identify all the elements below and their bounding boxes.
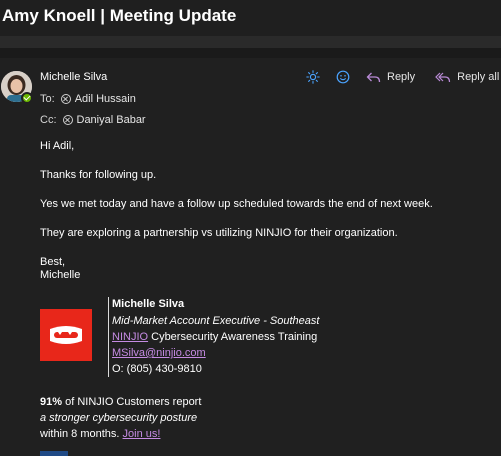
email-link[interactable]: MSilva@ninjio.com [112,347,206,359]
to-row: To: Adil Hussain [40,93,136,105]
header-divider-secondary [0,48,501,58]
ninja-mask-icon [50,326,82,344]
emoji-icon[interactable] [335,69,351,85]
promo-line-2: a stronger cybersecurity posture [40,412,198,424]
signature-phone: O: (805) 430-9810 [112,363,202,375]
promo-text: within 8 months. [40,428,123,440]
closing-name: Michelle [40,269,81,281]
remove-recipient-icon [62,115,73,125]
reply-button[interactable]: Reply [365,69,415,85]
signature-name: Michelle Silva [112,298,185,310]
presence-available-icon [21,92,33,104]
promo-stat: 91% [40,396,63,408]
body-line: They are exploring a partnership vs util… [40,227,398,239]
promo-line-3: within 8 months. Join us! [40,428,160,440]
ninjio-logo [40,309,92,361]
company-link[interactable]: NINJIO [112,331,148,343]
sun-icon[interactable] [305,69,321,85]
header-divider [0,36,501,48]
cc-recipient[interactable]: Daniyal Babar [77,114,146,126]
signature-title: Mid-Market Account Executive - Southeast [112,315,320,327]
company-tagline: Cybersecurity Awareness Training [148,331,318,343]
subject-bar: Amy Knoell | Meeting Update [0,0,501,36]
remove-recipient-icon [60,94,71,104]
to-label: To: [40,93,55,105]
closing: Best, [40,256,66,268]
reply-icon [365,69,381,85]
promo-text: of NINJIO Customers report [62,396,202,408]
email-subject: Amy Knoell | Meeting Update [2,6,237,25]
reply-label: Reply [387,71,416,83]
join-us-link[interactable]: Join us! [123,428,161,440]
sender-name[interactable]: Michelle Silva [40,71,107,83]
greeting: Hi Adil, [40,140,75,152]
signature-company: NINJIO Cybersecurity Awareness Training [112,331,317,343]
reply-all-icon [435,69,451,85]
body-line: Yes we met today and have a follow up sc… [40,198,433,210]
signature-divider [108,297,109,377]
banner-image-edge [40,451,68,456]
signature-email-row: MSilva@ninjio.com [112,347,206,359]
cc-row: Cc: Daniyal Babar [40,114,146,126]
reply-all-label: Reply all [457,71,500,83]
message-actions: Reply Reply all [305,69,499,85]
body-line: Thanks for following up. [40,169,157,181]
promo-line-1: 91% of NINJIO Customers report [40,396,201,408]
to-recipient[interactable]: Adil Hussain [75,93,136,105]
reply-all-button[interactable]: Reply all [435,69,499,85]
cc-label: Cc: [40,114,57,126]
